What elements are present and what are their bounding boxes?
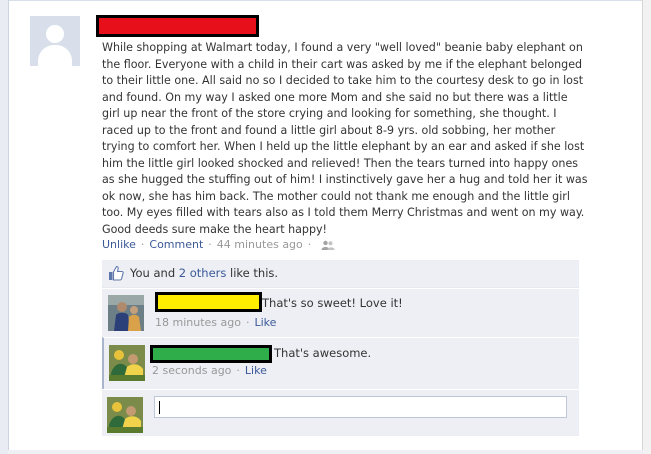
- redacted-poster-name: [96, 15, 259, 37]
- comment-meta: 18 minutes ago · Like: [155, 316, 276, 329]
- comment-like-link[interactable]: Like: [254, 316, 276, 329]
- frame-left-border: [0, 0, 9, 454]
- unlike-link[interactable]: Unlike: [102, 238, 136, 251]
- separator-dot: ·: [245, 316, 250, 329]
- text-caret: [159, 401, 160, 414]
- likes-others-link[interactable]: 2 others: [179, 266, 227, 280]
- comment-timestamp[interactable]: 2 seconds ago: [152, 364, 231, 377]
- comment-text: That's so sweet! Love it!: [262, 296, 403, 310]
- separator-dot: ·: [307, 238, 312, 251]
- frame-top-border: [0, 0, 651, 1]
- avatar-body-shape: [38, 45, 72, 66]
- separator-dot: ·: [140, 238, 145, 251]
- comment-input[interactable]: [154, 396, 567, 418]
- default-avatar-icon[interactable]: [30, 16, 80, 66]
- commenter-photo-icon: [109, 345, 145, 381]
- comment-meta: 2 seconds ago · Like: [152, 364, 267, 377]
- comment-text: That's awesome.: [274, 346, 372, 360]
- likes-prefix: You and: [130, 266, 179, 280]
- avatar-head-shape: [46, 25, 64, 43]
- reply-row: [102, 389, 579, 436]
- post-message: While shopping at Walmart today, I found…: [102, 41, 588, 236]
- commenter-avatar[interactable]: [109, 345, 145, 381]
- people-icon[interactable]: [321, 240, 335, 250]
- comment-link[interactable]: Comment: [149, 238, 203, 251]
- comment-like-link[interactable]: Like: [245, 364, 267, 377]
- thumbs-up-icon: [109, 265, 124, 281]
- frame-right-border: [642, 0, 651, 454]
- post-actions-row: Unlike · Comment · 44 minutes ago ·: [102, 238, 335, 251]
- frame-bottom-border: [8, 450, 643, 454]
- comment-timestamp[interactable]: 18 minutes ago: [155, 316, 241, 329]
- current-user-avatar[interactable]: [107, 397, 143, 433]
- likes-text: You and 2 others like this.: [130, 266, 278, 280]
- separator-dot: ·: [236, 364, 240, 377]
- commenter-avatar[interactable]: [108, 295, 144, 331]
- post-timestamp[interactable]: 44 minutes ago: [217, 238, 303, 251]
- redacted-commenter-name: [155, 292, 262, 312]
- likes-summary: You and 2 others like this.: [102, 260, 579, 288]
- separator-dot: ·: [208, 238, 212, 251]
- redacted-commenter-name: [150, 345, 272, 363]
- likes-suffix: like this.: [226, 266, 279, 280]
- commenter-photo-icon: [108, 295, 144, 331]
- user-photo-icon: [107, 397, 143, 433]
